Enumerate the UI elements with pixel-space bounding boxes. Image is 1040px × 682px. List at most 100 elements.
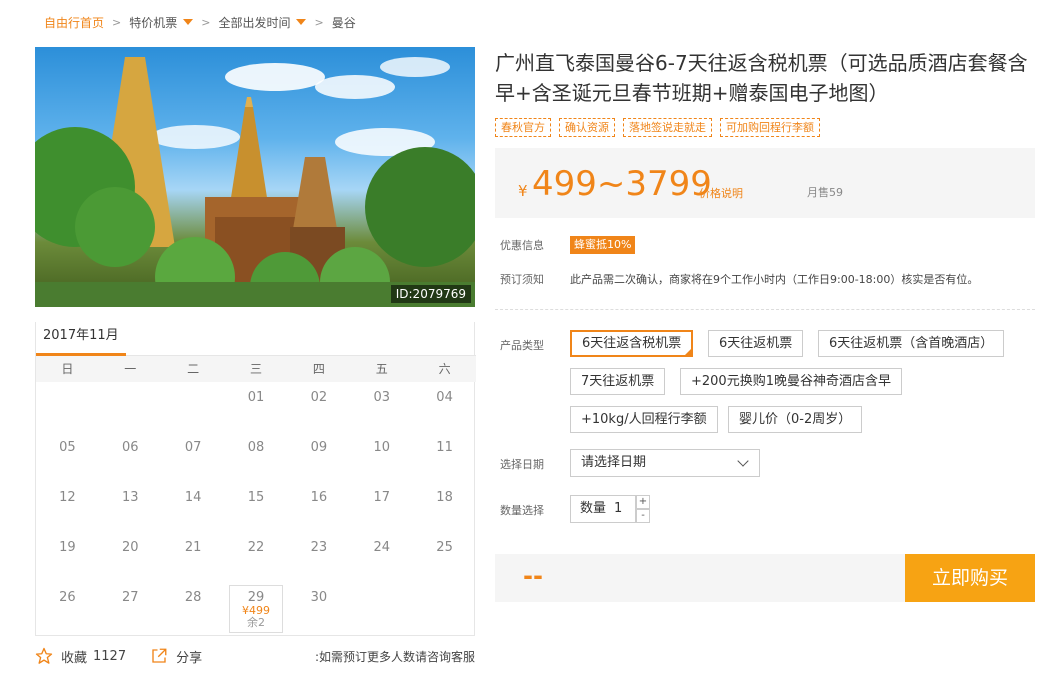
weekday-label: 三 [250,362,263,376]
promo-row: 优惠信息 蜂蜜抵10% [500,236,636,254]
share-icon [152,648,167,663]
calendar-day-number: 21 [184,540,202,555]
breadcrumb-flights-dropdown[interactable]: 特价机票 [129,14,194,31]
calendar-empty-cell [162,382,225,432]
calendar-day: 22 [225,532,288,582]
calendar-day: 13 [99,482,162,532]
calendar-day: 15 [225,482,288,532]
section-divider [495,309,1035,310]
calendar-day: 28 [162,582,225,632]
caret-down-icon [183,19,194,25]
calendar-day-number: 07 [184,440,202,455]
date-select[interactable]: 请选择日期 [570,449,760,477]
calendar-day: 08 [225,432,288,482]
calendar-day-number: 08 [247,440,265,455]
booking-notice-row: 预订须知 此产品需二次确认，商家将在9个工作小时内（工作日9:00-18:00）… [500,271,978,287]
breadcrumb-flights-label: 特价机票 [129,15,178,30]
star-icon [35,647,53,664]
booking-notice-text: 此产品需二次确认，商家将在9个工作小时内（工作日9:00-18:00）核实是否有… [570,273,979,286]
calendar-day-number: 30 [310,590,328,605]
calendar-weekday-header: 日 一 二 三 四 五 六 [36,356,476,382]
quantity-stepper[interactable]: 数量 1 [570,495,636,523]
breadcrumb: 自由行首页 > 特价机票 > 全部出发时间 > 曼谷 [44,12,356,32]
calendar-day: 27 [99,582,162,632]
option-label: 6天往返含税机票 [582,336,682,351]
calendar-day-number: 01 [247,390,265,405]
favorite-button[interactable]: 收藏 1127 [35,647,126,666]
calendar-day: 06 [99,432,162,482]
calendar-day-number: 05 [59,440,76,455]
share-label: 分享 [176,650,203,666]
breadcrumb-departure-time-dropdown[interactable]: 全部出发时间 [218,14,307,31]
weekday-label: 六 [438,362,451,376]
weekday-label: 四 [312,362,325,376]
calendar-day: 18 [413,482,476,532]
price-panel: ¥ 499~3799 价格说明 月售59 [495,148,1035,218]
calendar-day: 17 [350,482,413,532]
tag-official: 春秋官方 [495,118,551,137]
breadcrumb-home-link[interactable]: 自由行首页 [44,14,104,31]
calendar-empty-cell [350,582,413,632]
product-actions-bar: 收藏 1127 分享 :如需预订更多人数请咨询客服 [35,646,475,666]
buy-now-button[interactable]: 立即购买 [905,554,1035,602]
calendar-day-number: 02 [310,390,328,405]
chevron-down-icon [737,455,749,467]
calendar-day[interactable]: 29 ¥499 余2 [225,582,288,633]
calendar-day-number: 23 [310,540,328,555]
calendar-day-number: 14 [184,490,202,505]
calendar-day: 03 [350,382,413,432]
product-title: 广州直飞泰国曼谷6-7天往返含税机票（可选品质酒店套餐含早+含圣诞元旦春节班期+… [495,51,1028,105]
temple-illustration [35,57,475,307]
share-button[interactable]: 分享 [150,647,202,666]
favorite-count: 1127 [93,648,127,664]
option-7day-roundtrip[interactable]: 7天往返机票 [570,368,666,395]
currency-symbol: ¥ [518,182,528,200]
tag-visa-on-arrival: 落地签说走就走 [623,118,712,137]
weekday-label: 五 [375,362,388,376]
calendar-day: 05 [36,432,99,482]
option-6day-roundtrip-tax[interactable]: 6天往返含税机票 [570,330,694,357]
product-type-label: 产品类型 [500,339,544,352]
calendar-day: 10 [350,432,413,482]
image-id-label: ID:2079769 [390,285,471,303]
calendar-day-number: 11 [436,440,453,455]
calendar-empty-cell [413,582,476,632]
breadcrumb-departure-label: 全部出发时间 [218,15,291,30]
calendar-day: 09 [287,432,350,482]
date-calendar: 2017年11月 日 一 二 三 四 五 六 01 02 03 04 05 06 07 08 0… [35,322,476,636]
calendar-day-number: 18 [436,490,453,505]
chevron-right-icon: > [314,15,324,29]
option-extra-baggage[interactable]: +10kg/人回程行李额 [570,406,718,433]
price-explanation-link[interactable]: 价格说明 [699,185,743,201]
option-6day-roundtrip-hotel[interactable]: 6天往返机票（含首晚酒店） [818,330,1005,357]
calendar-day: 25 [413,532,476,582]
quantity-prefix: 数量 [580,501,607,516]
monthly-sales: 月售59 [807,186,843,199]
quantity-decrement-button[interactable]: - [636,509,650,523]
calendar-day: 30 [287,582,350,632]
calendar-month-tab[interactable]: 2017年11月 [36,322,126,356]
calendar-day-stock: 余2 [246,616,265,629]
calendar-day-number: 27 [122,590,139,605]
calendar-day: 07 [162,432,225,482]
calendar-day-number: 20 [122,540,139,555]
calendar-day-number: 16 [310,490,328,505]
calendar-day-grid: 01 02 03 04 05 06 07 08 09 10 11 12 13 14 15 16 17 18 19 20… [36,382,476,633]
weekday-label: 二 [187,362,200,376]
calendar-day-number: 12 [59,490,76,505]
calendar-day-number: 29 [247,590,265,605]
option-hotel-upgrade[interactable]: +200元换购1晚曼谷神奇酒店含早 [680,368,902,395]
option-infant-price[interactable]: 婴儿价（0-2周岁） [728,406,863,433]
quantity-label: 数量选择 [500,504,544,517]
option-6day-roundtrip[interactable]: 6天往返机票 [708,330,804,357]
date-select-label: 选择日期 [500,458,544,471]
group-booking-note-text: 如需预订更多人数请咨询客服 [318,649,475,664]
calendar-day: 14 [162,482,225,532]
calendar-empty-cell [36,382,99,432]
calendar-day-number: 26 [59,590,76,605]
quantity-increment-button[interactable]: + [636,495,650,509]
calendar-empty-cell [99,382,162,432]
calendar-day-number: 13 [122,490,139,505]
date-select-value: 请选择日期 [581,455,647,470]
calendar-day-number: 03 [373,390,390,405]
